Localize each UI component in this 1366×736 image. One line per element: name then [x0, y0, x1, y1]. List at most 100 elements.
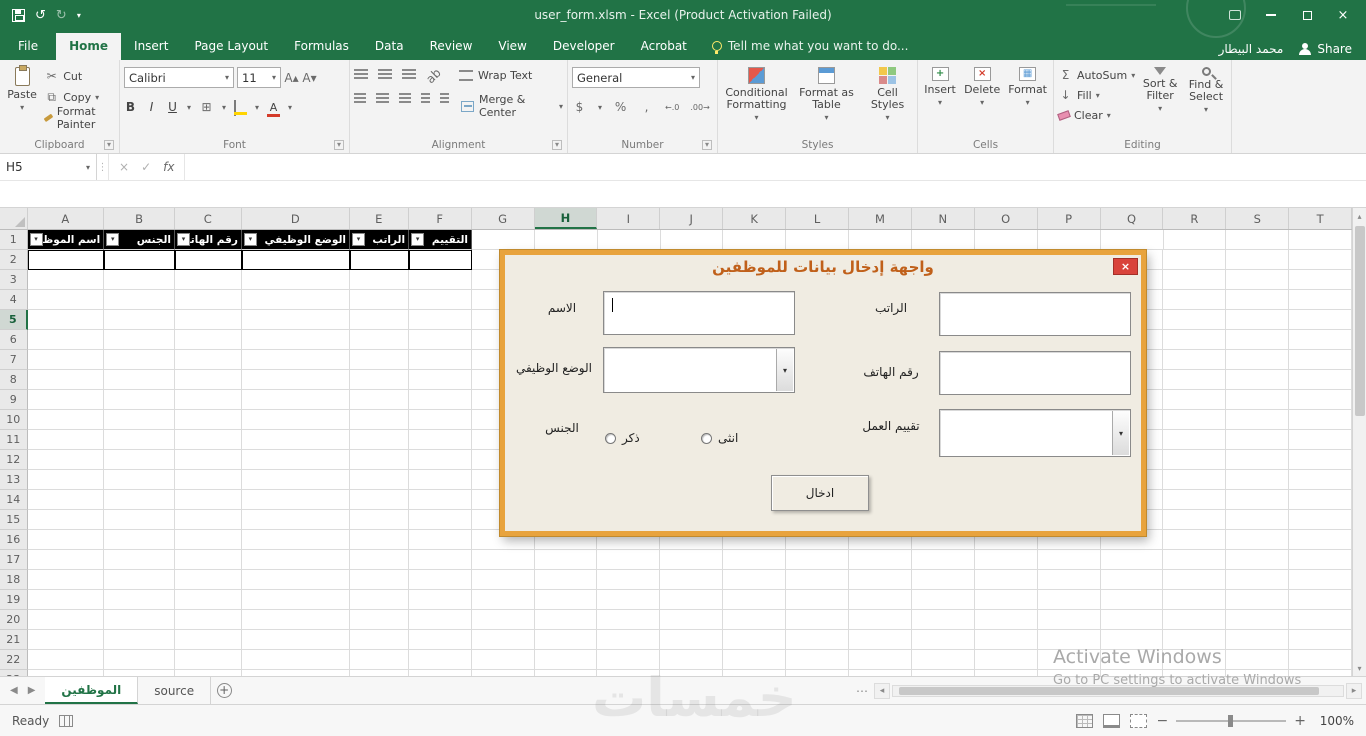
sheet-nav-left-icon[interactable]: ◀ — [10, 685, 18, 696]
cell-P20[interactable] — [1037, 610, 1101, 630]
cell-B18[interactable] — [104, 570, 175, 590]
cell-Q17[interactable] — [1100, 550, 1164, 570]
cell-T11[interactable] — [1289, 430, 1352, 450]
cell-L21[interactable] — [786, 630, 849, 650]
font-color-button[interactable]: A — [267, 101, 281, 117]
cell-M17[interactable] — [848, 550, 912, 570]
cell-E4[interactable] — [349, 290, 409, 310]
sort-filter-button[interactable]: Sort & Filter ▾ — [1139, 63, 1181, 117]
cell-B19[interactable] — [104, 590, 175, 610]
cell-H19[interactable] — [534, 590, 598, 610]
column-header-O[interactable]: O — [975, 208, 1038, 229]
cell-A2[interactable] — [27, 250, 105, 270]
name-input[interactable] — [603, 291, 795, 335]
cell-T10[interactable] — [1289, 410, 1352, 430]
cell-S9[interactable] — [1226, 390, 1290, 410]
cell-B23[interactable] — [104, 670, 175, 676]
comma-style-icon[interactable]: , — [639, 100, 654, 114]
cell-T5[interactable] — [1289, 310, 1352, 330]
row-header-4[interactable]: 4 — [0, 290, 28, 310]
sheet-tab-employees[interactable]: الموظفين — [45, 677, 139, 704]
cell-S1[interactable] — [1226, 230, 1290, 250]
cell-A4[interactable] — [27, 290, 105, 310]
cell-F14[interactable] — [408, 490, 472, 510]
filter-button-D[interactable]: ▾ — [243, 233, 257, 246]
cell-E19[interactable] — [349, 590, 409, 610]
align-center-icon[interactable] — [376, 93, 389, 95]
column-header-Q[interactable]: Q — [1101, 208, 1164, 229]
cell-C4[interactable] — [174, 290, 242, 310]
cell-H21[interactable] — [534, 630, 598, 650]
cell-A23[interactable] — [28, 670, 105, 676]
cell-R20[interactable] — [1163, 610, 1227, 630]
cell-D17[interactable] — [241, 550, 350, 570]
cell-C8[interactable] — [174, 370, 242, 390]
cell-F2[interactable] — [408, 250, 472, 270]
cell-D15[interactable] — [241, 510, 350, 530]
row-header-14[interactable]: 14 — [0, 490, 28, 510]
percent-style-icon[interactable]: % — [613, 100, 628, 114]
name-box-dropdown-icon[interactable]: ▾ — [86, 163, 90, 172]
cell-S6[interactable] — [1226, 330, 1290, 350]
increase-indent-icon[interactable] — [439, 93, 449, 95]
wrap-text-button[interactable]: Wrap Text — [459, 69, 532, 82]
cell-Q19[interactable] — [1100, 590, 1164, 610]
cell-I20[interactable] — [597, 610, 661, 630]
cell-H23[interactable] — [535, 670, 598, 676]
column-header-D[interactable]: D — [242, 208, 350, 229]
cell-N18[interactable] — [911, 570, 975, 590]
cell-K18[interactable] — [723, 570, 787, 590]
cell-R9[interactable] — [1163, 390, 1227, 410]
scroll-up-icon[interactable]: ▴ — [1353, 208, 1366, 224]
column-header-I[interactable]: I — [597, 208, 661, 229]
cell-N17[interactable] — [911, 550, 975, 570]
cell-R3[interactable] — [1163, 270, 1227, 290]
cell-G20[interactable] — [471, 610, 535, 630]
cell-E2[interactable] — [349, 250, 409, 270]
enter-entry-icon[interactable]: ✓ — [141, 160, 151, 174]
column-header-P[interactable]: P — [1038, 208, 1101, 229]
increase-decimal-icon[interactable]: ←.0 — [665, 103, 679, 112]
cell-B15[interactable] — [104, 510, 175, 530]
cell-T8[interactable] — [1289, 370, 1352, 390]
cell-H17[interactable] — [534, 550, 598, 570]
cell-F12[interactable] — [408, 450, 472, 470]
horizontal-scrollbar-track[interactable] — [892, 684, 1344, 697]
cell-B7[interactable] — [104, 350, 175, 370]
cell-S18[interactable] — [1226, 570, 1290, 590]
cell-G21[interactable] — [471, 630, 535, 650]
cell-Q22[interactable] — [1100, 650, 1164, 670]
cell-G18[interactable] — [471, 570, 535, 590]
cell-F20[interactable] — [408, 610, 472, 630]
cell-B6[interactable] — [104, 330, 175, 350]
cell-E9[interactable] — [349, 390, 409, 410]
cell-S8[interactable] — [1226, 370, 1290, 390]
cell-C7[interactable] — [174, 350, 242, 370]
row-header-5[interactable]: 5 — [0, 310, 28, 330]
cell-M23[interactable] — [849, 670, 912, 676]
cell-R8[interactable] — [1163, 370, 1227, 390]
cell-B5[interactable] — [104, 310, 175, 330]
column-header-T[interactable]: T — [1289, 208, 1352, 229]
cell-R11[interactable] — [1163, 430, 1227, 450]
cell-O17[interactable] — [974, 550, 1038, 570]
horizontal-scrollbar[interactable]: ◂ ▸ — [874, 682, 1362, 699]
cell-B21[interactable] — [104, 630, 175, 650]
cell-T14[interactable] — [1289, 490, 1352, 510]
cell-H1[interactable] — [534, 230, 598, 250]
cell-L19[interactable] — [786, 590, 849, 610]
cell-N1[interactable] — [912, 230, 975, 250]
zoom-level[interactable]: 100% — [1316, 714, 1354, 728]
number-format-combo[interactable]: General ▾ — [572, 67, 700, 88]
accounting-format-icon[interactable]: $ — [572, 100, 587, 114]
cell-A5[interactable] — [27, 310, 105, 330]
cell-E11[interactable] — [349, 430, 409, 450]
cell-R6[interactable] — [1163, 330, 1227, 350]
horizontal-scrollbar-thumb[interactable] — [899, 686, 1319, 695]
cell-A17[interactable] — [27, 550, 105, 570]
cell-L1[interactable] — [786, 230, 850, 250]
cell-J21[interactable] — [660, 630, 724, 650]
cell-E5[interactable] — [349, 310, 409, 330]
borders-button[interactable]: ⊞ — [199, 100, 214, 114]
cell-T23[interactable] — [1289, 670, 1352, 676]
